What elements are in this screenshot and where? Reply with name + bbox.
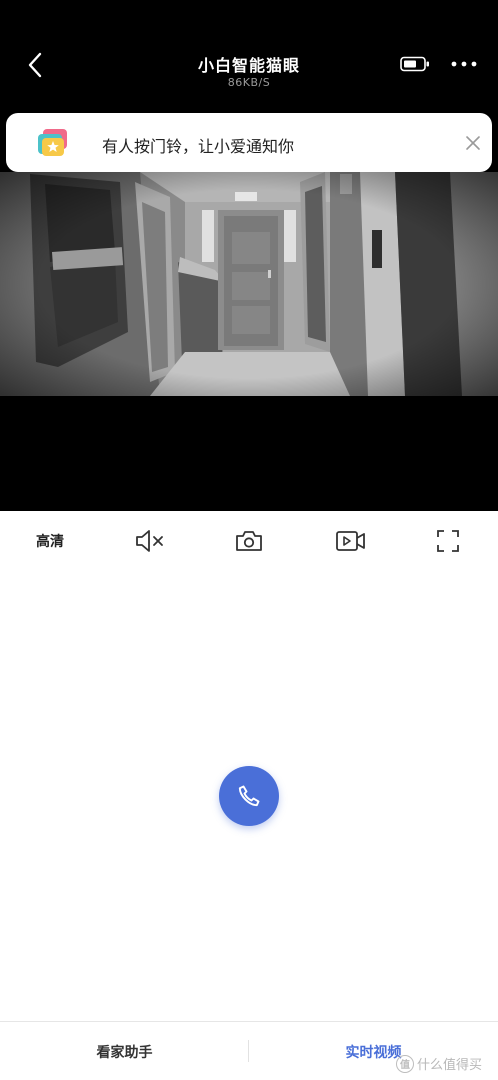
camera-feed[interactable] [0,172,498,396]
speaker-muted-icon [136,530,163,552]
more-dots-icon [451,61,477,67]
call-button[interactable] [219,766,279,826]
watermark: 值 什么值得买 [396,1054,482,1073]
notification-text: 有人按门铃，让小爱通知你 [102,137,295,156]
xiaoai-app-icon [38,129,70,159]
phone-icon [238,785,260,807]
watermark-text: 什么值得买 [417,1058,483,1073]
battery-icon [398,55,432,73]
more-button[interactable] [448,50,480,78]
header: 小白智能猫眼 86KB/S [0,0,498,110]
app-root: 小白智能猫眼 86KB/S 有人按门铃，让小爱通知你 高清 看家助手 实时视频 … [0,0,498,1080]
camera-feed-image [0,172,498,396]
camera-icon [236,531,262,551]
video-record-icon [336,531,365,551]
snapshot-button[interactable] [232,525,266,557]
watermark-logo: 值 [396,1054,414,1073]
notification-close-button[interactable] [461,131,485,155]
close-icon [466,136,480,150]
tab-home-assistant[interactable]: 看家助手 [0,1022,249,1080]
record-button[interactable] [333,525,369,557]
doorbell-notification[interactable]: 有人按门铃，让小爱通知你 [6,113,492,172]
fullscreen-icon [437,530,459,552]
quality-button[interactable]: 高清 [26,525,74,557]
mute-button[interactable] [132,525,168,557]
fullscreen-button[interactable] [432,525,464,557]
control-bar: 高清 [0,511,498,571]
bitrate-text: 86KB/S [227,76,271,89]
